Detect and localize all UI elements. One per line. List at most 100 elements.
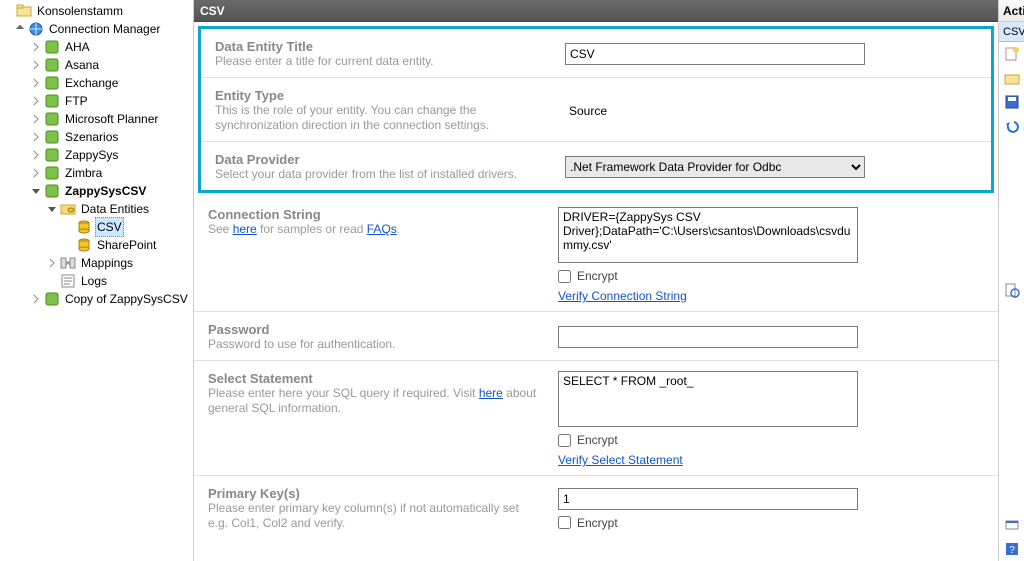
tree-item-aha[interactable]: AHA bbox=[0, 38, 193, 56]
desc-text: for samples or read bbox=[257, 222, 367, 236]
sql-help-link[interactable]: here bbox=[479, 386, 503, 400]
row-primary-key: Primary Key(s) Please enter primary key … bbox=[194, 476, 998, 539]
database-icon bbox=[76, 219, 92, 235]
row-entity-type: Entity Type This is the role of your ent… bbox=[201, 78, 991, 142]
tree-item-asana[interactable]: Asana bbox=[0, 56, 193, 74]
tree-item-szenarios[interactable]: Szenarios bbox=[0, 128, 193, 146]
puzzle-icon bbox=[44, 147, 60, 163]
folder-icon bbox=[16, 3, 32, 19]
faqs-link[interactable]: FAQs bbox=[367, 222, 397, 236]
puzzle-icon bbox=[44, 183, 60, 199]
encrypt-checkbox[interactable] bbox=[558, 516, 571, 529]
verify-connection-link[interactable]: Verify Connection String bbox=[558, 289, 984, 303]
form-scroll[interactable]: Data Entity Title Please enter a title f… bbox=[194, 22, 998, 561]
action-preview-icon[interactable] bbox=[999, 278, 1024, 302]
field-desc: This is the role of your entity. You can… bbox=[215, 103, 545, 133]
chevron-right-icon[interactable] bbox=[30, 95, 42, 107]
tree-item-label: Zimbra bbox=[63, 164, 104, 182]
tree-logs[interactable]: Logs bbox=[0, 272, 193, 290]
tree-item-label: AHA bbox=[63, 38, 92, 56]
data-provider-select[interactable]: .Net Framework Data Provider for Odbc bbox=[565, 156, 865, 178]
action-open-icon[interactable] bbox=[999, 66, 1024, 90]
field-title: Select Statement bbox=[208, 371, 538, 386]
puzzle-icon bbox=[44, 93, 60, 109]
desc-text: . bbox=[397, 222, 400, 236]
puzzle-icon bbox=[44, 39, 60, 55]
encrypt-checkbox[interactable] bbox=[558, 270, 571, 283]
chevron-right-icon[interactable] bbox=[30, 59, 42, 71]
action-properties-icon[interactable] bbox=[999, 513, 1024, 537]
tree-entity-sharepoint[interactable]: SharePoint bbox=[0, 236, 193, 254]
encrypt-text: Encrypt bbox=[577, 269, 618, 283]
tree-item-label: Data Entities bbox=[79, 200, 151, 218]
tree-item-ftp[interactable]: FTP bbox=[0, 92, 193, 110]
puzzle-icon bbox=[44, 129, 60, 145]
desc-text: Please enter here your SQL query if requ… bbox=[208, 386, 479, 400]
select-statement-input[interactable] bbox=[558, 371, 858, 427]
chevron-down-icon[interactable] bbox=[14, 23, 26, 35]
tree-item-label: Asana bbox=[63, 56, 101, 74]
puzzle-icon bbox=[44, 57, 60, 73]
action-undo-icon[interactable] bbox=[999, 114, 1024, 138]
tree-item-label: SharePoint bbox=[95, 236, 158, 254]
puzzle-icon bbox=[44, 291, 60, 307]
tree-item-zappysys[interactable]: ZappySys bbox=[0, 146, 193, 164]
field-desc: Password to use for authentication. bbox=[208, 337, 538, 352]
chevron-right-icon[interactable] bbox=[46, 257, 58, 269]
samples-link[interactable]: here bbox=[233, 222, 257, 236]
field-title: Connection String bbox=[208, 207, 538, 222]
tree-root[interactable]: Konsolenstamm bbox=[0, 2, 193, 20]
chevron-down-icon[interactable] bbox=[30, 185, 42, 197]
entity-title-input[interactable] bbox=[565, 43, 865, 65]
action-save-icon[interactable] bbox=[999, 90, 1024, 114]
encrypt-checkbox-label[interactable]: Encrypt bbox=[558, 516, 984, 530]
field-desc: Select your data provider from the list … bbox=[215, 167, 545, 182]
encrypt-text: Encrypt bbox=[577, 516, 618, 530]
chevron-right-icon[interactable] bbox=[30, 149, 42, 161]
tree-item-label: ZappySys bbox=[63, 146, 120, 164]
chevron-down-icon[interactable] bbox=[46, 203, 58, 215]
tree-item-label: Copy of ZappySysCSV bbox=[63, 290, 190, 308]
tree-item-msplanner[interactable]: Microsoft Planner bbox=[0, 110, 193, 128]
primary-key-input[interactable] bbox=[558, 488, 858, 510]
field-desc: Please enter primary key column(s) if no… bbox=[208, 501, 538, 531]
actions-panel: Acti CSV ? bbox=[998, 0, 1024, 561]
tree-item-label: FTP bbox=[63, 92, 90, 110]
row-entity-title: Data Entity Title Please enter a title f… bbox=[201, 29, 991, 78]
actions-tab[interactable]: CSV bbox=[999, 22, 1024, 42]
tree-item-label: Exchange bbox=[63, 74, 120, 92]
action-new-icon[interactable] bbox=[999, 42, 1024, 66]
password-input[interactable] bbox=[558, 326, 858, 348]
chevron-right-icon[interactable] bbox=[30, 167, 42, 179]
chevron-right-icon[interactable] bbox=[30, 77, 42, 89]
verify-select-link[interactable]: Verify Select Statement bbox=[558, 453, 984, 467]
tree-mappings[interactable]: Mappings bbox=[0, 254, 193, 272]
tree-entity-csv[interactable]: CSV bbox=[0, 218, 193, 236]
puzzle-icon bbox=[44, 111, 60, 127]
tree-item-label: ZappySysCSV bbox=[63, 182, 148, 200]
encrypt-checkbox[interactable] bbox=[558, 434, 571, 447]
tree-conn-mgr[interactable]: Connection Manager bbox=[0, 20, 193, 38]
tree-item-zimbra[interactable]: Zimbra bbox=[0, 164, 193, 182]
chevron-right-icon[interactable] bbox=[30, 41, 42, 53]
field-title: Data Provider bbox=[215, 152, 545, 167]
logs-icon bbox=[60, 273, 76, 289]
connection-string-input[interactable] bbox=[558, 207, 858, 263]
tree-item-exchange[interactable]: Exchange bbox=[0, 74, 193, 92]
encrypt-checkbox-label[interactable]: Encrypt bbox=[558, 269, 984, 283]
chevron-right-icon[interactable] bbox=[30, 113, 42, 125]
tree-item-copy-zappysyscsv[interactable]: Copy of ZappySysCSV bbox=[0, 290, 193, 308]
tree-item-label: Logs bbox=[79, 272, 109, 290]
entity-type-value: Source bbox=[565, 102, 977, 120]
action-help-icon[interactable]: ? bbox=[999, 537, 1024, 561]
tree-item-label: Mappings bbox=[79, 254, 135, 272]
encrypt-checkbox-label[interactable]: Encrypt bbox=[558, 433, 984, 447]
mapping-icon bbox=[60, 255, 76, 271]
chevron-right-icon[interactable] bbox=[30, 131, 42, 143]
field-desc: Please enter here your SQL query if requ… bbox=[208, 386, 538, 416]
panel-title: CSV bbox=[194, 0, 998, 22]
chevron-right-icon[interactable] bbox=[30, 293, 42, 305]
tree-data-entities[interactable]: Data Entities bbox=[0, 200, 193, 218]
tree-item-zappysyscsv[interactable]: ZappySysCSV bbox=[0, 182, 193, 200]
field-title: Entity Type bbox=[215, 88, 545, 103]
